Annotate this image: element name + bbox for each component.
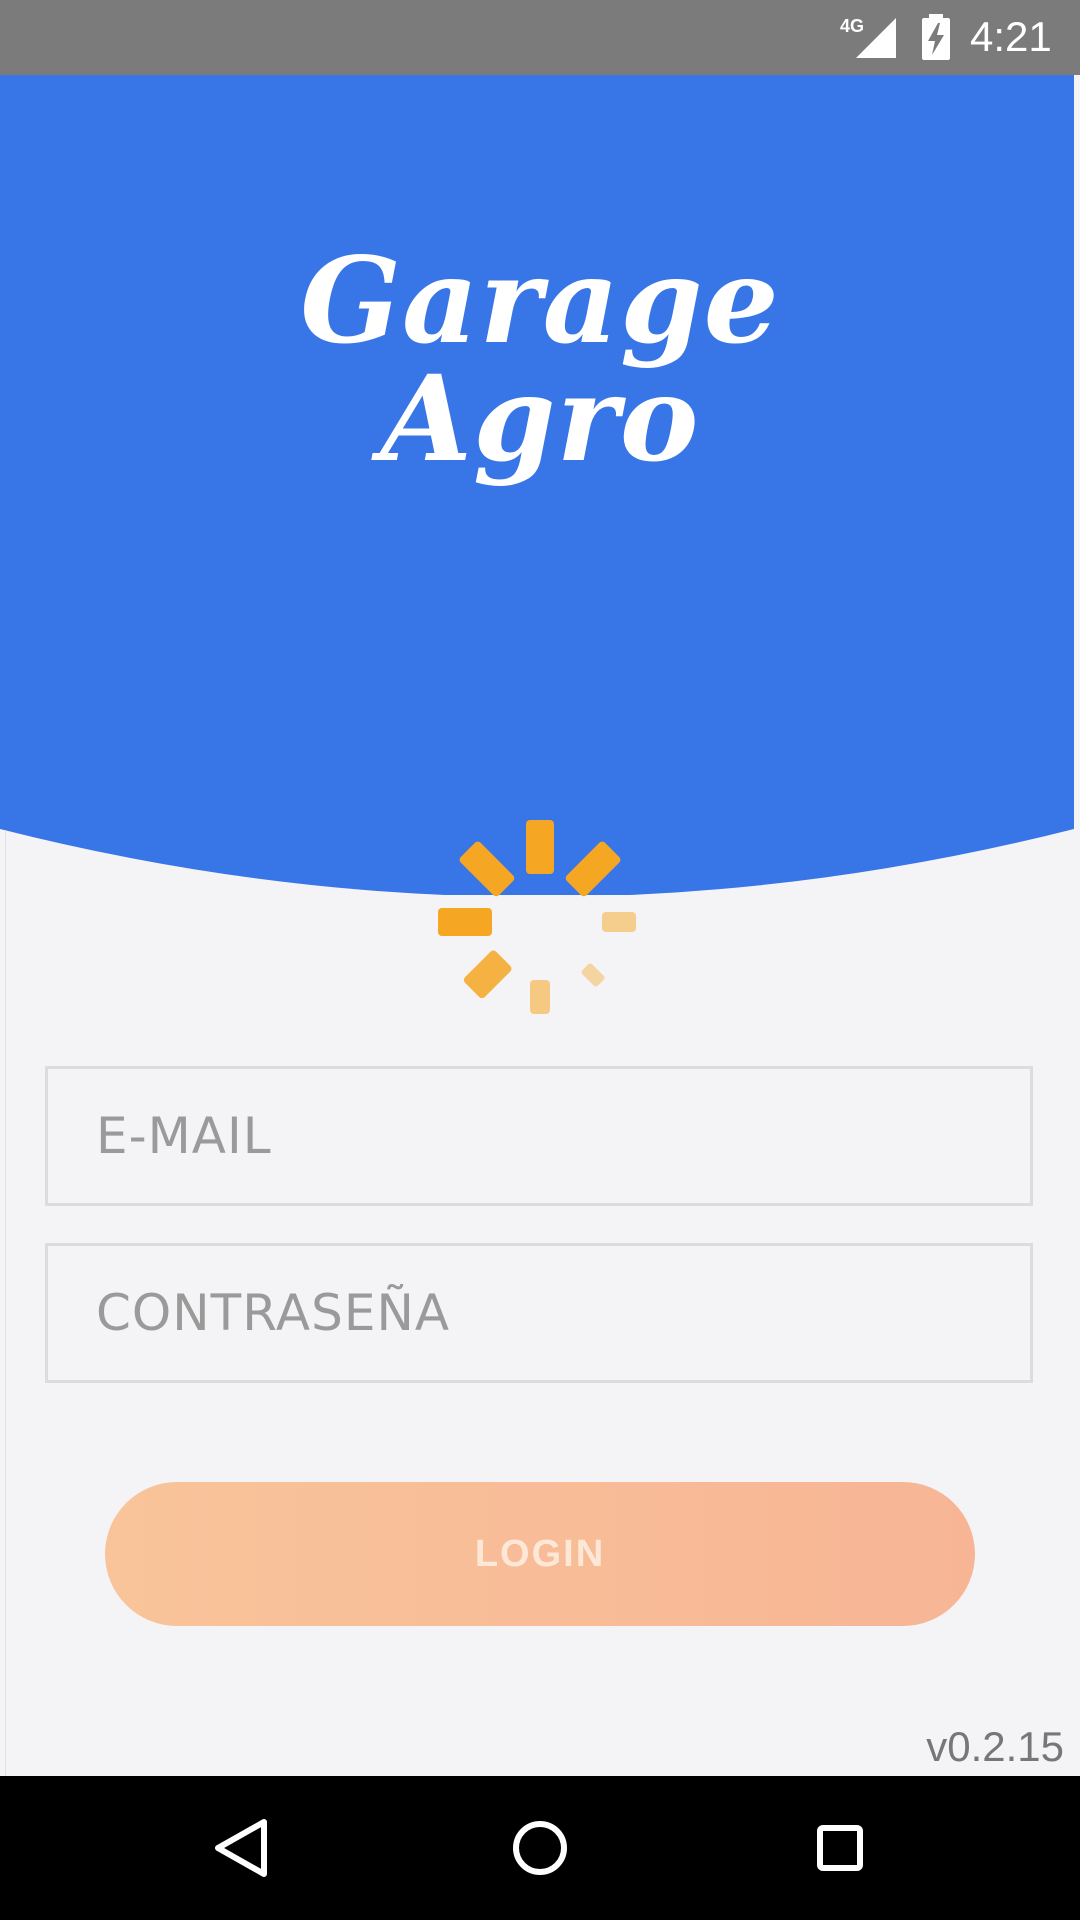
status-bar: 4G 4:21	[0, 0, 1080, 75]
app-logo: Garage Agro	[0, 240, 1080, 480]
password-field[interactable]	[45, 1243, 1033, 1383]
password-input[interactable]	[48, 1246, 1030, 1380]
left-edge-divider	[5, 830, 6, 1776]
cell-signal-icon: 4G	[840, 16, 896, 58]
login-screen: 4G 4:21 Garage Agro E-MAIL LOGIN v0.2.15	[0, 0, 1080, 1920]
logo-text-garage: Garage	[300, 231, 780, 370]
login-button[interactable]: LOGIN	[105, 1482, 975, 1626]
logo-text-agro: Agro	[380, 349, 700, 488]
email-field[interactable]	[45, 1066, 1033, 1206]
email-input[interactable]	[48, 1069, 1030, 1203]
back-triangle-icon[interactable]	[190, 1798, 290, 1898]
navigation-bar	[0, 1776, 1080, 1920]
loading-spinner-icon	[438, 820, 636, 1014]
status-time: 4:21	[970, 13, 1052, 60]
home-circle-icon[interactable]	[490, 1798, 590, 1898]
network-type-label: 4G	[840, 16, 864, 36]
battery-charging-icon	[922, 14, 950, 60]
recent-apps-square-icon[interactable]	[790, 1798, 890, 1898]
app-version: v0.2.15	[926, 1723, 1064, 1770]
